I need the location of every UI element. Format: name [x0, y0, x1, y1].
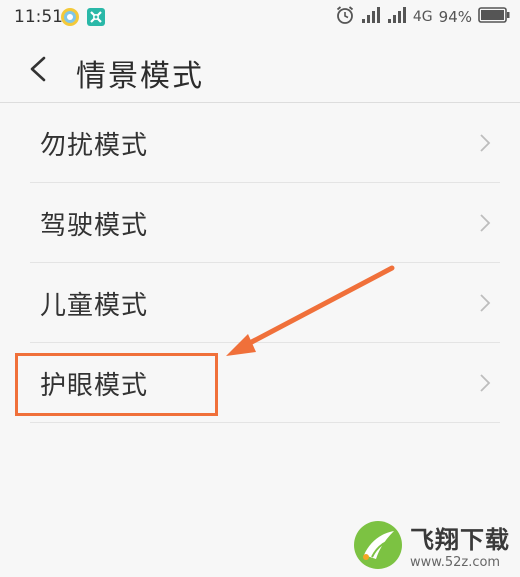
annotation-highlight-box — [15, 353, 218, 416]
network-type: 4G — [412, 9, 433, 25]
list-item-driving-mode[interactable]: 驾驶模式 — [0, 183, 520, 263]
list-item-kids-mode[interactable]: 儿童模式 — [0, 263, 520, 343]
page-title: 情景模式 — [76, 59, 204, 94]
chevron-right-icon — [480, 134, 491, 152]
status-bar: 11:51 4G 94% — [0, 0, 520, 36]
list-item-do-not-disturb[interactable]: 勿扰模式 — [0, 103, 520, 183]
chevron-right-icon — [480, 374, 491, 392]
watermark: 飞翔下载 www.52z.com — [352, 519, 510, 571]
list-item-label: 勿扰模式 — [40, 131, 149, 161]
app-icon — [86, 7, 106, 31]
alarm-icon — [335, 5, 355, 29]
back-button[interactable] — [22, 52, 56, 86]
browser-icon — [60, 7, 80, 31]
battery-percent: 94% — [438, 8, 472, 26]
list-item-label: 驾驶模式 — [40, 211, 149, 241]
watermark-url: www.52z.com — [410, 555, 501, 570]
list-item-label: 儿童模式 — [40, 291, 149, 321]
chevron-right-icon — [480, 214, 491, 232]
signal-icon — [361, 6, 381, 28]
signal-icon — [387, 6, 407, 28]
divider — [30, 422, 500, 423]
battery-icon — [478, 7, 510, 27]
site-logo-icon — [354, 521, 402, 569]
watermark-title: 飞翔下载 — [410, 526, 510, 554]
chevron-right-icon — [480, 294, 491, 312]
status-time: 11:51 — [14, 7, 63, 27]
header: 情景模式 — [0, 36, 520, 103]
chevron-left-icon — [30, 56, 46, 82]
